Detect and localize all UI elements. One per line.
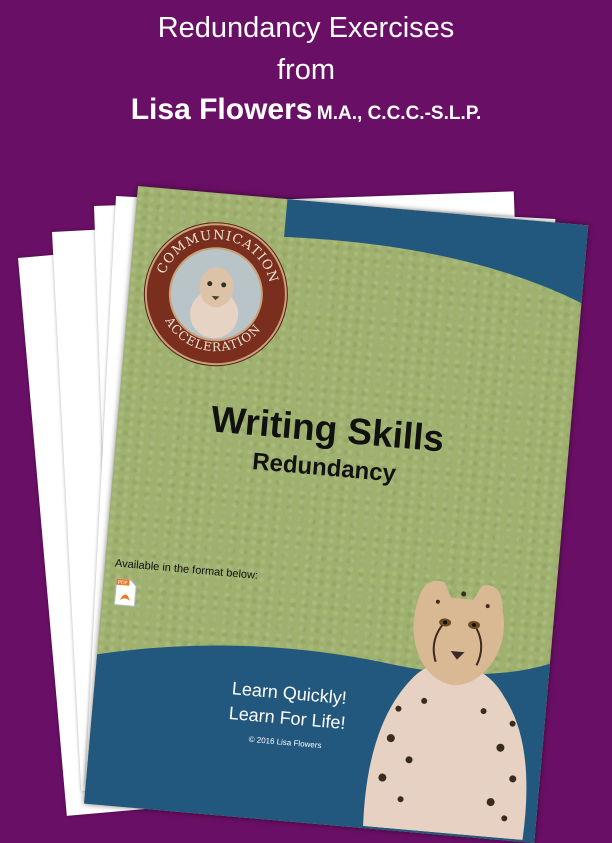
cheetah-illustration bbox=[363, 580, 527, 840]
pdf-label: PDF bbox=[118, 580, 128, 587]
top-band bbox=[284, 199, 589, 304]
pdf-icon: PDF bbox=[113, 578, 137, 607]
book-cover: COMMUNICATION ACCELERATION Writing Skill… bbox=[83, 186, 589, 843]
page-stack: COMMUNICATION ACCELERATION Writing Skill… bbox=[0, 0, 612, 843]
cheetah-logo: COMMUNICATION ACCELERATION bbox=[143, 222, 288, 367]
